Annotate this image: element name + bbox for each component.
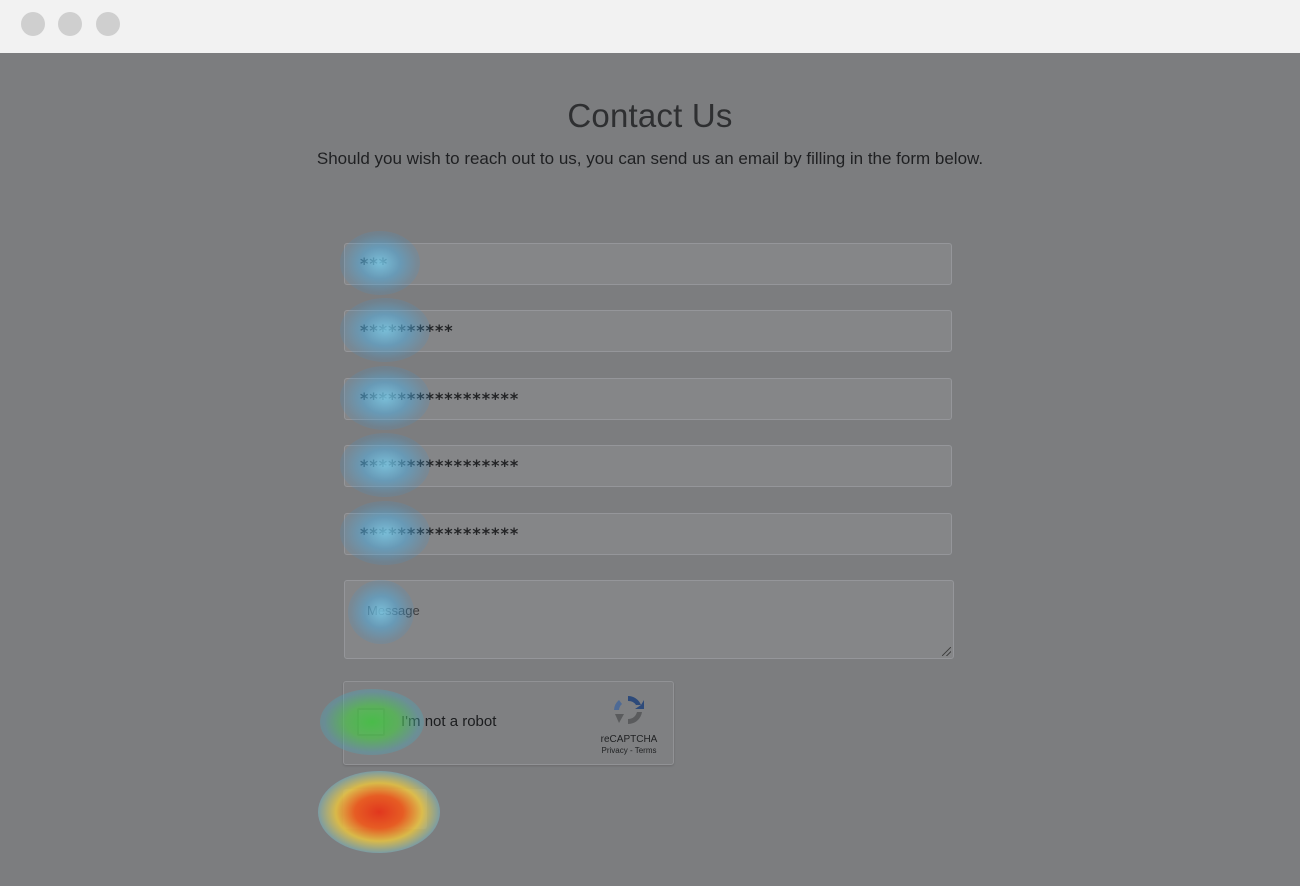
minimize-dot[interactable]	[58, 12, 82, 36]
company-field[interactable]: *****************	[344, 445, 952, 487]
recaptcha-widget: I'm not a robot reCAPTCHA Privacy - Term…	[343, 681, 674, 765]
window-titlebar	[0, 0, 1300, 53]
close-dot[interactable]	[21, 12, 45, 36]
page-title: Contact Us	[567, 97, 733, 134]
resize-handle-icon[interactable]	[942, 647, 951, 656]
submit-button[interactable]	[343, 789, 427, 829]
phone-field[interactable]: *****************	[344, 378, 952, 420]
recaptcha-label: I'm not a robot	[401, 713, 497, 730]
browser-window: Contact Us Should you wish to reach out …	[0, 0, 1300, 886]
maximize-dot[interactable]	[96, 12, 120, 36]
subject-field[interactable]: *****************	[344, 513, 952, 555]
recaptcha-logo-icon	[614, 696, 644, 725]
page-subtitle: Should you wish to reach out to us, you …	[316, 149, 984, 168]
email-field[interactable]: **********	[344, 310, 952, 352]
recaptcha-brand: reCAPTCHA	[600, 734, 658, 745]
recaptcha-links[interactable]: Privacy - Terms	[584, 746, 674, 755]
message-textarea[interactable]: Message	[344, 580, 954, 659]
page-content: Contact Us Should you wish to reach out …	[0, 53, 1300, 886]
name-field[interactable]: ***	[344, 243, 952, 285]
message-placeholder: Message	[367, 603, 420, 618]
recaptcha-checkbox[interactable]	[357, 708, 385, 736]
